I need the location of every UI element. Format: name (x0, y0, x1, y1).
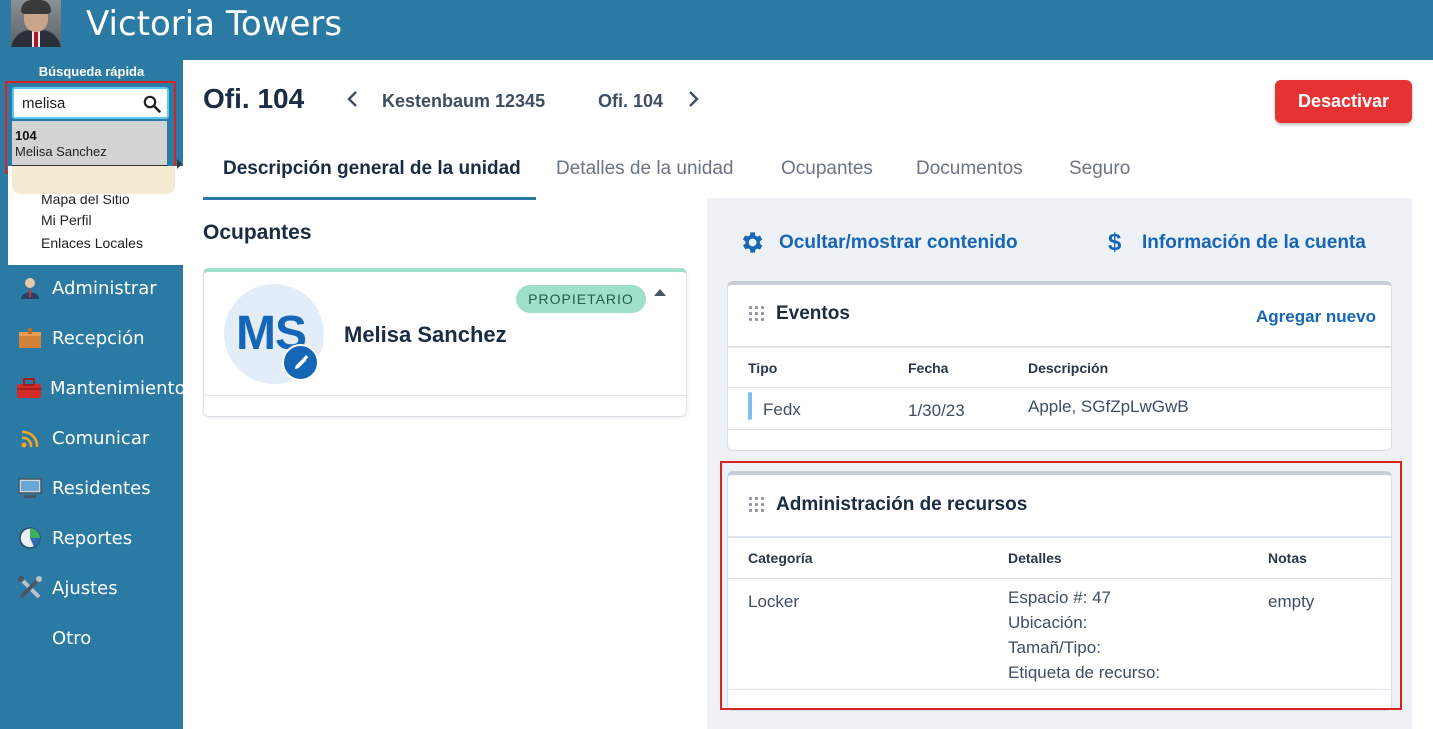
column-header-date: Fecha (908, 360, 949, 376)
breadcrumb-building[interactable]: Kestenbaum 12345 (382, 91, 545, 112)
occupants-section-title: Ocupantes (203, 221, 312, 244)
search-result-item[interactable]: 104 Melisa Sanchez (12, 121, 167, 167)
card-divider (204, 395, 686, 396)
quick-search-label: Búsqueda rápida (38, 64, 145, 79)
divider (728, 578, 1391, 579)
event-type: Fedx (763, 400, 801, 419)
drag-handle-icon[interactable] (749, 306, 765, 324)
breadcrumb-unit[interactable]: Ofi. 104 (598, 91, 663, 112)
tab-insurance[interactable]: Seguro (1069, 158, 1130, 180)
monitor-icon (16, 475, 44, 501)
sidebar-item-recepcion[interactable]: Recepción (16, 321, 183, 355)
sidebar-item-ajustes[interactable]: Ajustes (16, 571, 183, 605)
user-avatar-photo[interactable] (11, 0, 61, 47)
resource-detail-size-type: Tamañ/Tipo: (1008, 638, 1101, 657)
drag-handle-icon[interactable] (749, 497, 765, 515)
menu-panel-header (12, 166, 175, 194)
sidebar-item-reportes[interactable]: Reportes (16, 521, 183, 555)
resource-notes: empty (1268, 592, 1315, 611)
resource-category: Locker (748, 592, 800, 611)
collapse-caret-icon[interactable] (654, 289, 666, 296)
add-new-event-link[interactable]: Agregar nuevo (1256, 307, 1376, 327)
sidebar-item-label: Mantenimiento (50, 377, 186, 399)
divider (728, 689, 1391, 690)
divider (728, 387, 1391, 388)
sidebar-item-residentes[interactable]: Residentes (16, 471, 183, 505)
page-title: Ofi. 104 (203, 83, 305, 114)
sidebar-item-label: Ajustes (52, 577, 118, 599)
owner-badge: PROPIETARIO (516, 285, 646, 313)
caret-right-icon (177, 159, 182, 169)
column-header-description: Descripción (1028, 360, 1109, 376)
dollar-icon: $ (1108, 229, 1122, 256)
gear-icon (738, 229, 765, 256)
deactivate-button[interactable]: Desactivar (1275, 80, 1412, 123)
reception-box-icon (16, 325, 44, 351)
divider (728, 536, 1391, 538)
event-date: 1/30/23 (908, 401, 965, 420)
menu-link-my-profile[interactable]: Mi Perfil (41, 212, 92, 228)
toggle-content-link[interactable]: Ocultar/mostrar contenido (738, 229, 1018, 256)
occupant-name[interactable]: Melisa Sanchez (344, 322, 507, 348)
column-header-details: Detalles (1008, 550, 1062, 566)
sidebar-item-label: Otro (52, 627, 92, 649)
resource-detail-tag: Etiqueta de recurso: (1008, 663, 1161, 682)
column-header-notes: Notas (1268, 550, 1307, 566)
edit-occupant-button[interactable] (282, 344, 319, 381)
tab-unit-overview[interactable]: Descripción general de la unidad (223, 158, 521, 180)
active-tab-indicator (203, 197, 536, 200)
resource-detail-location: Ubicación: (1008, 613, 1088, 632)
sidebar-item-label: Comunicar (52, 427, 150, 449)
column-header-type: Tipo (748, 360, 778, 376)
tab-unit-details[interactable]: Detalles de la unidad (556, 158, 733, 180)
search-result-name: Melisa Sanchez (15, 144, 107, 159)
tab-occupants[interactable]: Ocupantes (781, 158, 873, 180)
empty-icon-slot (16, 625, 44, 651)
divider (728, 429, 1391, 430)
admin-person-icon (16, 275, 44, 301)
pencil-icon (294, 354, 308, 369)
divider (728, 346, 1391, 348)
search-icon[interactable] (143, 95, 161, 113)
tab-documents[interactable]: Documentos (916, 158, 1023, 180)
row-accent-bar (748, 392, 752, 420)
resource-detail-space: Espacio #: 47 (1008, 588, 1112, 607)
account-info-link[interactable]: $ Información de la cuenta (1108, 229, 1366, 257)
search-result-unit: 104 (15, 128, 37, 143)
chevron-left-icon[interactable] (346, 90, 360, 114)
sidebar-item-mantenimiento[interactable]: Mantenimiento (16, 371, 186, 405)
pie-chart-icon (16, 525, 44, 551)
sidebar-item-administrar[interactable]: Administrar (16, 271, 183, 305)
tools-icon (16, 575, 44, 601)
wifi-signal-icon (16, 425, 44, 451)
sidebar-item-comunicar[interactable]: Comunicar (16, 421, 183, 455)
events-title: Eventos (776, 303, 850, 324)
app-title: Victoria Towers (86, 4, 343, 44)
event-description: Apple, SGfZpLwGwB (1028, 397, 1189, 416)
account-info-label: Información de la cuenta (1142, 232, 1366, 253)
sidebar-item-label: Reportes (52, 527, 133, 549)
sidebar-item-otro[interactable]: Otro (16, 621, 183, 655)
chevron-right-icon[interactable] (686, 90, 700, 114)
sidebar-item-label: Residentes (52, 477, 151, 499)
toolbox-icon (16, 375, 42, 401)
menu-link-local-links[interactable]: Enlaces Locales (41, 235, 143, 251)
sidebar-item-label: Administrar (52, 277, 157, 299)
column-header-category: Categoría (748, 550, 813, 566)
resources-title: Administración de recursos (776, 494, 1028, 515)
sidebar-item-label: Recepción (52, 327, 145, 349)
toggle-content-label: Ocultar/mostrar contenido (779, 231, 1018, 253)
